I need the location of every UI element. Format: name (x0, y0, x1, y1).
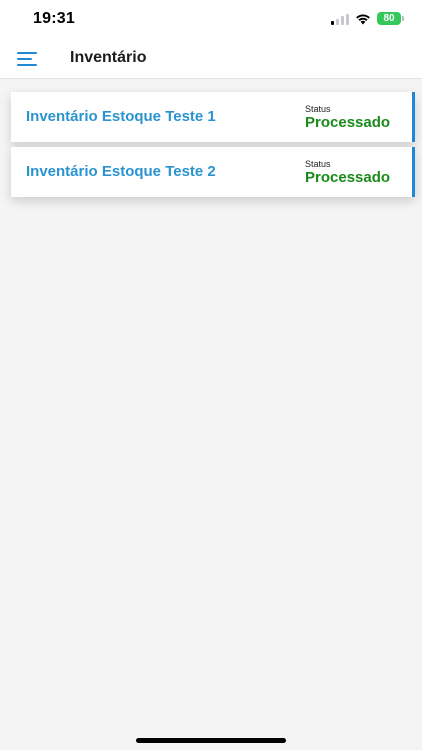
status-label: Status (305, 159, 331, 169)
home-indicator[interactable] (136, 738, 286, 743)
inventory-title: Inventário Estoque Teste 2 (26, 163, 216, 180)
battery-charging-icon: 80 (377, 12, 404, 25)
inventory-card[interactable]: Inventário Estoque Teste 2 Status Proces… (11, 147, 415, 197)
inventory-card[interactable]: Inventário Estoque Teste 1 Status Proces… (11, 92, 415, 142)
wifi-icon (356, 13, 370, 24)
cellular-signal-icon (331, 13, 349, 25)
inventory-list: Inventário Estoque Teste 1 Status Proces… (11, 92, 415, 202)
status-icons: 80 (331, 12, 404, 25)
battery-level: 80 (377, 12, 401, 25)
status-value: Processado (305, 114, 391, 131)
status-bar: 19:31 80 (0, 0, 422, 40)
status-label: Status (305, 104, 331, 114)
status-value: Processado (305, 169, 391, 186)
page-title: Inventário (70, 49, 147, 66)
app-header: Inventário (0, 40, 422, 79)
status-time: 19:31 (33, 10, 75, 27)
hamburger-menu-icon[interactable] (17, 52, 37, 66)
inventory-title: Inventário Estoque Teste 1 (26, 108, 216, 125)
